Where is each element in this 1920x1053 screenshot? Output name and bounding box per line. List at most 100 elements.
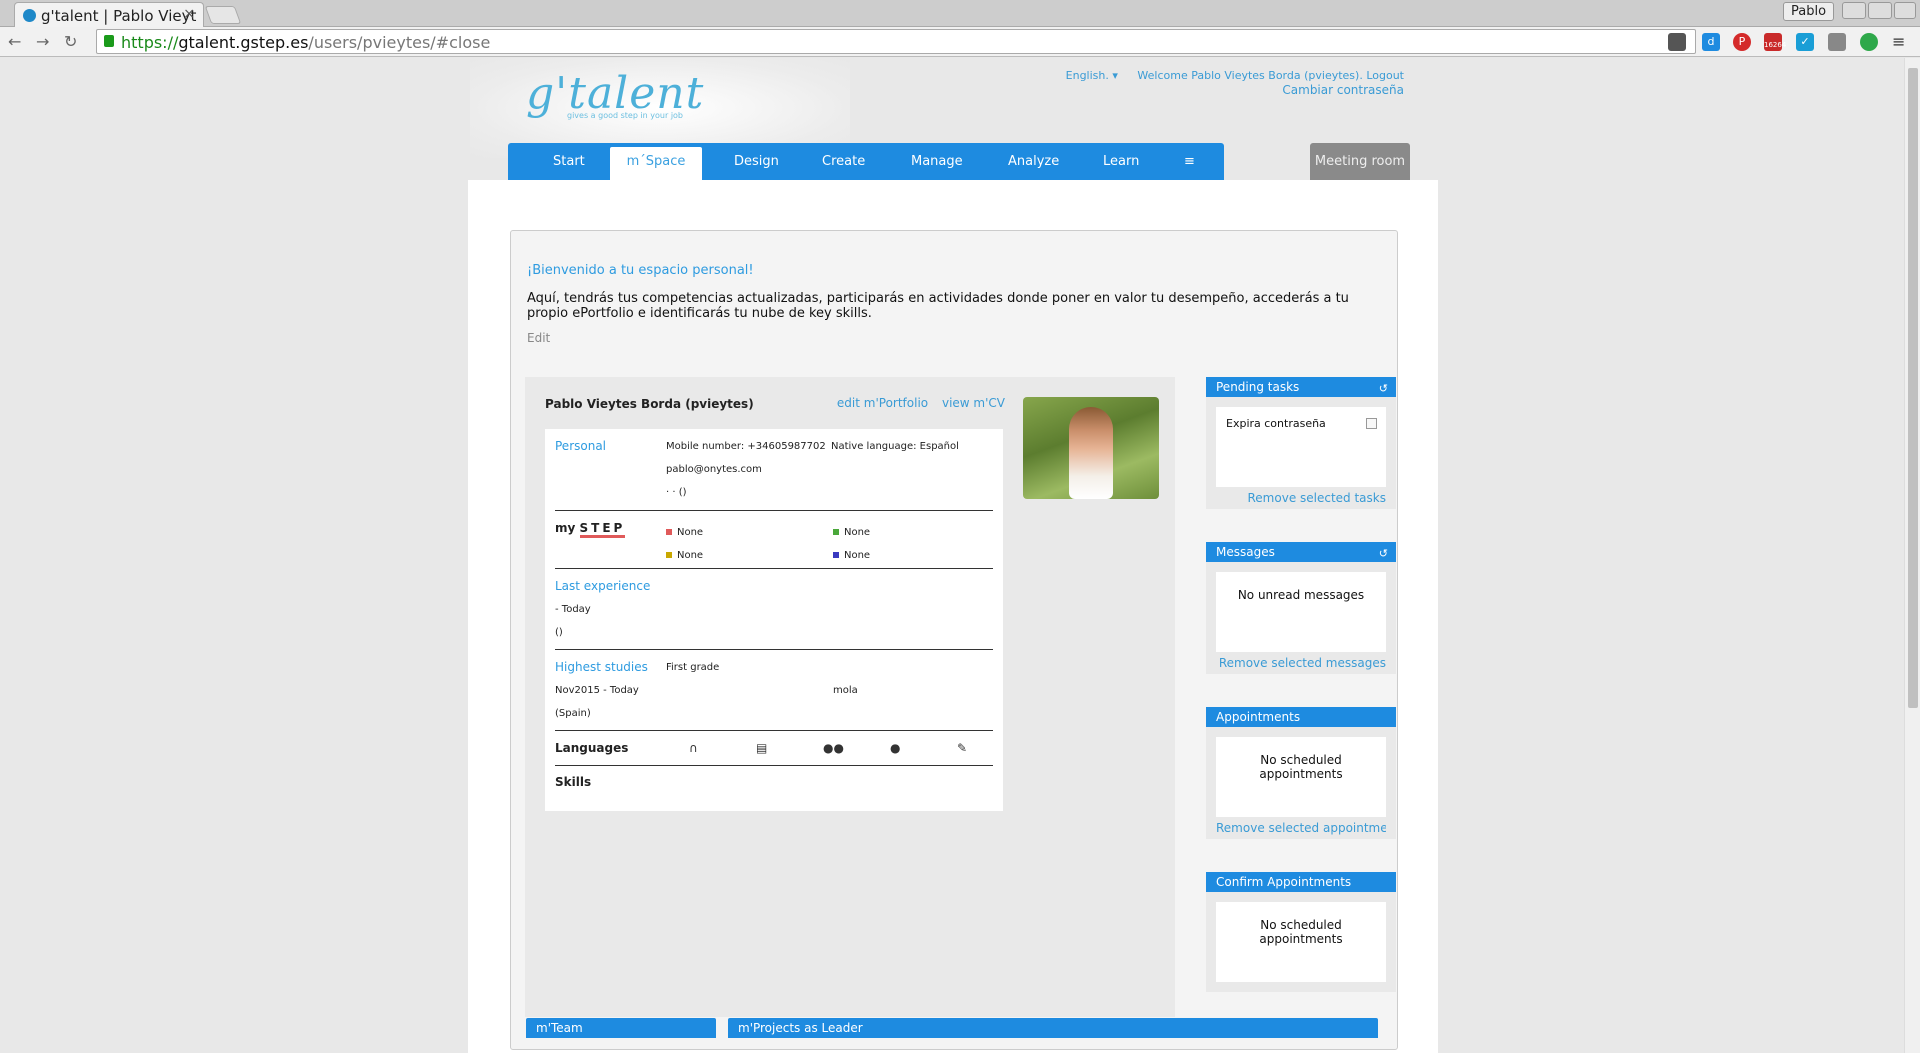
url-path: /users/pvieytes/#close [308,33,491,52]
close-window-icon[interactable] [1894,2,1916,19]
nav-start[interactable]: Start [553,143,585,180]
languages-label: Languages [555,741,629,755]
messages-empty: No unread messages [1216,572,1386,652]
studies-grade: First grade [666,662,720,673]
highest-studies-section: Highest studies First grade Nov2015 - To… [555,650,993,731]
profile-photo [1023,397,1159,499]
last-experience-label: Last experience [555,579,651,593]
avatar [1069,407,1113,499]
site-favicon-icon [23,9,36,22]
pending-tasks-list: Expira contraseña [1216,407,1386,487]
reload-icon[interactable]: ↻ [64,32,77,51]
mobile-number: Mobile number: +34605987702 [666,441,826,452]
logout-link[interactable]: Logout [1366,69,1404,82]
reading-book-icon: ▤ [756,741,768,755]
main-content: ¡Bienvenido a tu espacio personal! Aquí,… [468,180,1438,1053]
nav-more-icon[interactable]: ≡ [1184,143,1195,180]
studies-name: mola [833,685,858,696]
remove-tasks-link[interactable]: Remove selected tasks [1216,487,1387,509]
checkbox-extension-icon[interactable]: ✓ [1796,33,1814,51]
messages-widget: Messages ↺ No unread messages Remove sele… [1206,542,1396,674]
back-icon[interactable]: ← [8,32,21,51]
confirm-appointments-header: Confirm Appointments [1206,872,1396,892]
url-host: gtalent.gstep.es [178,33,309,52]
nav-mspace[interactable]: m´Space [610,147,702,180]
personal-section: Personal Mobile number: +34605987702 Nat… [555,439,993,511]
browser-tab[interactable]: g'talent | Pablo Vieyt × [14,2,204,27]
remove-messages-link[interactable]: Remove selected messages [1216,652,1386,674]
page-viewport: g'talent gives a good step in your job E… [0,58,1904,1053]
scrollbar-thumb[interactable] [1908,68,1918,708]
maximize-icon[interactable] [1868,2,1892,19]
vertical-scrollbar[interactable] [1904,58,1920,1053]
studies-place: (Spain) [555,708,591,719]
personal-label: Personal [555,439,607,453]
pinterest-icon[interactable]: P [1733,33,1751,51]
nav-analyze[interactable]: Analyze [1008,143,1059,180]
pending-tasks-header: Pending tasks ↺ [1206,377,1396,397]
minimize-icon[interactable] [1842,2,1866,19]
language-select[interactable]: English. ▾ [1066,69,1118,83]
evernote-icon[interactable] [1860,33,1878,51]
profile-links: edit m'Portfolio view m'CV [827,396,1005,410]
browser-toolbar: ← → ↻ https://gtalent.gstep.es/users/pvi… [0,27,1920,57]
mystep-item-3: None [666,550,703,561]
refresh-icon[interactable]: ↺ [1379,379,1388,399]
extension-d-icon[interactable]: d [1702,33,1720,51]
welcome-edit-link[interactable]: Edit [527,331,550,345]
nav-design[interactable]: Design [734,143,779,180]
gmail-icon[interactable]: 16264 [1764,33,1786,51]
appointments-widget: Appointments No scheduled appointments R… [1206,707,1396,839]
green-dot-icon [833,529,839,535]
welcome-title: ¡Bienvenido a tu espacio personal! [527,263,754,278]
appointments-body: No scheduled appointments Remove selecte… [1206,727,1396,839]
mystep-item-4: None [833,550,870,561]
pending-tasks-widget: Pending tasks ↺ Expira contraseña Remove … [1206,377,1396,509]
mystep-item-2: None [833,527,870,538]
nav-create[interactable]: Create [822,143,865,180]
tab-title: g'talent | Pablo Vieyt [41,7,197,25]
nav-manage[interactable]: Manage [911,143,963,180]
pending-tasks-body: Expira contraseña Remove selected tasks [1206,397,1396,509]
profile-panel: Pablo Vieytes Borda (pvieytes) edit m'Po… [525,377,1175,1017]
task-item: Expira contraseña [1226,417,1326,430]
new-tab-button[interactable] [204,6,242,24]
confirm-appointments-widget: Confirm Appointments No scheduled appoin… [1206,872,1396,992]
mystep-item-1: None [666,527,703,538]
confirm-appointments-body: No scheduled appointments [1206,892,1396,992]
cast-icon[interactable] [1828,33,1846,51]
highest-studies-label: Highest studies [555,660,648,674]
meeting-room-button[interactable]: Meeting room [1310,143,1410,180]
url-scheme: https:// [121,33,179,52]
profile-name: Pablo Vieytes Borda (pvieytes) [545,397,754,411]
speaking-bubble-icon: ● [890,741,901,755]
yellow-dot-icon [666,552,672,558]
confirm-appointments-empty: No scheduled appointments [1216,902,1386,982]
address-bar[interactable]: https://gtalent.gstep.es/users/pvieytes/… [96,29,1696,54]
last-experience-section: Last experience - Today () [555,569,993,650]
menu-icon[interactable]: ≡ [1892,32,1905,51]
browser-tab-strip: g'talent | Pablo Vieyt × Pablo [0,0,1920,27]
nav-learn[interactable]: Learn [1103,143,1139,180]
change-password-link[interactable]: Cambiar contraseña [1066,83,1404,97]
skills-label: Skills [555,775,592,789]
step-logo: STEP [579,521,626,538]
profile-button[interactable]: Pablo [1783,2,1835,21]
remove-appointments-link[interactable]: Remove selected appointme... [1216,817,1386,839]
profile-card: Personal Mobile number: +34605987702 Nat… [545,429,1003,811]
projects-leader-header: m'Projects as Leader [728,1018,1378,1038]
native-language: Native language: Español [831,441,959,452]
welcome-user: Welcome Pablo Vieytes Borda (pvieytes). [1137,69,1363,82]
appointments-empty: No scheduled appointments [1216,737,1386,817]
task-checkbox[interactable] [1366,418,1377,429]
writing-pencil-icon: ✎ [957,741,968,755]
last-experience-period: - Today [555,604,591,615]
tab-close-icon[interactable]: × [183,6,195,22]
appointments-header: Appointments [1206,707,1396,727]
refresh-icon[interactable]: ↺ [1379,544,1388,564]
extension-icon[interactable] [1668,33,1686,51]
view-cv-link[interactable]: view m'CV [942,396,1005,410]
forward-icon[interactable]: → [36,32,49,51]
edit-portfolio-link[interactable]: edit m'Portfolio [837,396,928,410]
email: pablo@onytes.com [666,464,762,475]
